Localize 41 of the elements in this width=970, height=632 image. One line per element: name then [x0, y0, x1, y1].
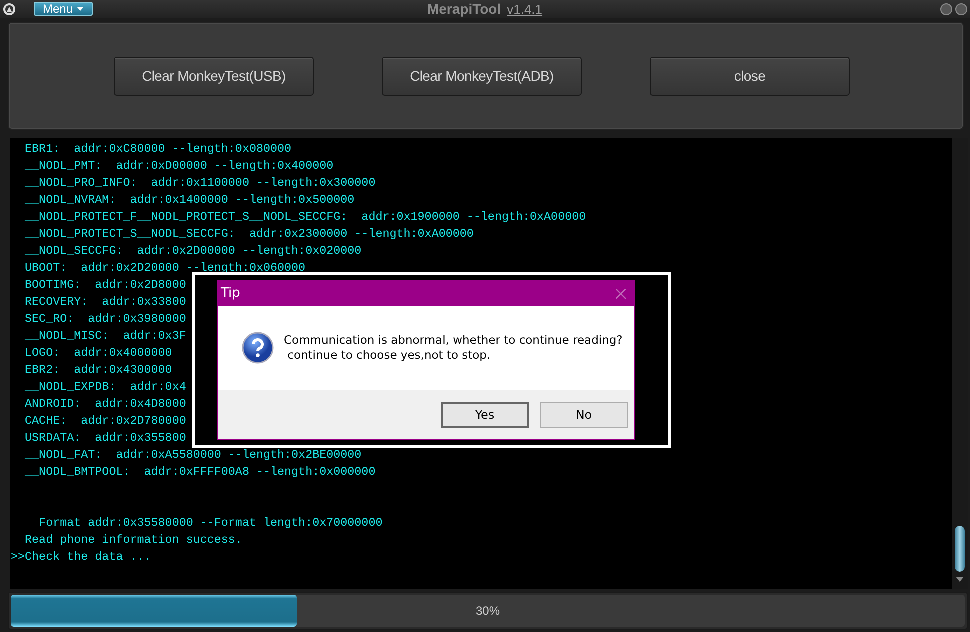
log-line: __NODL_PMT: addr:0xD00000 --length:0x400000: [24, 158, 334, 175]
log-line: CACHE: addr:0x2D780000: [24, 413, 186, 430]
log-line: ANDROID: addr:0x4D8000: [24, 396, 186, 413]
app-logo-icon[interactable]: [3, 2, 16, 16]
scroll-down-icon[interactable]: [956, 577, 964, 582]
log-line: UBOOT: addr:0x2D20000 --length:0x060000: [24, 260, 306, 277]
log-line: SEC_RO: addr:0x3980000: [24, 311, 186, 328]
dialog-title: Tip: [221, 286, 240, 301]
dialog-button[interactable]: No: [540, 402, 628, 428]
log-line: EBR2: addr:0x4300000: [24, 362, 172, 379]
log-line: __NODL_BMTPOOL: addr:0xFFFF00A8 --length:0x000000: [24, 464, 376, 481]
log-line: Read phone information success.: [24, 532, 242, 549]
progress-reading: 30%: [476, 604, 500, 618]
caret-icon: [77, 7, 84, 11]
log-line: Format addr:0x35580000 --Format length:0x70000000: [38, 515, 383, 532]
menu-button[interactable]: Menu: [34, 2, 94, 16]
version-link[interactable]: v1.4.1: [507, 2, 543, 16]
log-line: __NODL_MISC: addr:0x3F: [24, 328, 186, 345]
log-line: EBR1: addr:0xC80000 --length:0x080000: [24, 141, 292, 158]
log-line: __NODL_FAT: addr:0xA5580000 --length:0x2BE00000: [24, 447, 362, 464]
toolbar-button[interactable]: Clear MonkeyTest(ADB): [382, 56, 582, 96]
toolbar-button[interactable]: Clear MonkeyTest(USB): [114, 56, 314, 96]
scrollbar-thumb[interactable]: [955, 526, 965, 572]
log-line: __NODL_PRO_INFO: addr:0x1100000 --length:0x300000: [24, 175, 376, 192]
minimize-icon[interactable]: [940, 2, 953, 16]
question-icon: [242, 332, 274, 364]
log-line: RECOVERY: addr:0x33800: [24, 294, 186, 311]
toolbar-button[interactable]: close: [650, 56, 850, 96]
log-line: __NODL_PROTECT_F__NODL_PROTECT_S__NODL_SECCFG: addr:0x1900000 --length:0xA00000: [24, 209, 586, 226]
log-line: USRDATA: addr:0x355800: [24, 430, 186, 447]
dialog-button[interactable]: Yes: [441, 402, 529, 428]
window-title: MerapiTool: [427, 1, 502, 17]
log-line: __NODL_PROTECT_S__NODL_SECCFG: addr:0x2300000 --length:0xA00000: [24, 226, 474, 243]
log-line: BOOTIMG: addr:0x2D8000: [24, 277, 186, 294]
dialog-message: Communication is abnormal, whether to continue reading? continue to choose yes,not to stop.: [284, 333, 623, 363]
log-line: LOGO: addr:0x4000000: [24, 345, 172, 362]
log-line: __NODL_EXPDB: addr:0x4: [24, 379, 186, 396]
log-line: __NODL_NVRAM: addr:0x1400000 --length:0x500000: [24, 192, 355, 209]
close-icon[interactable]: [955, 2, 968, 16]
log-line: >>Check the data ...: [11, 549, 152, 566]
log-line: __NODL_SECCFG: addr:0x2D00000 --length:0x020000: [24, 243, 362, 260]
